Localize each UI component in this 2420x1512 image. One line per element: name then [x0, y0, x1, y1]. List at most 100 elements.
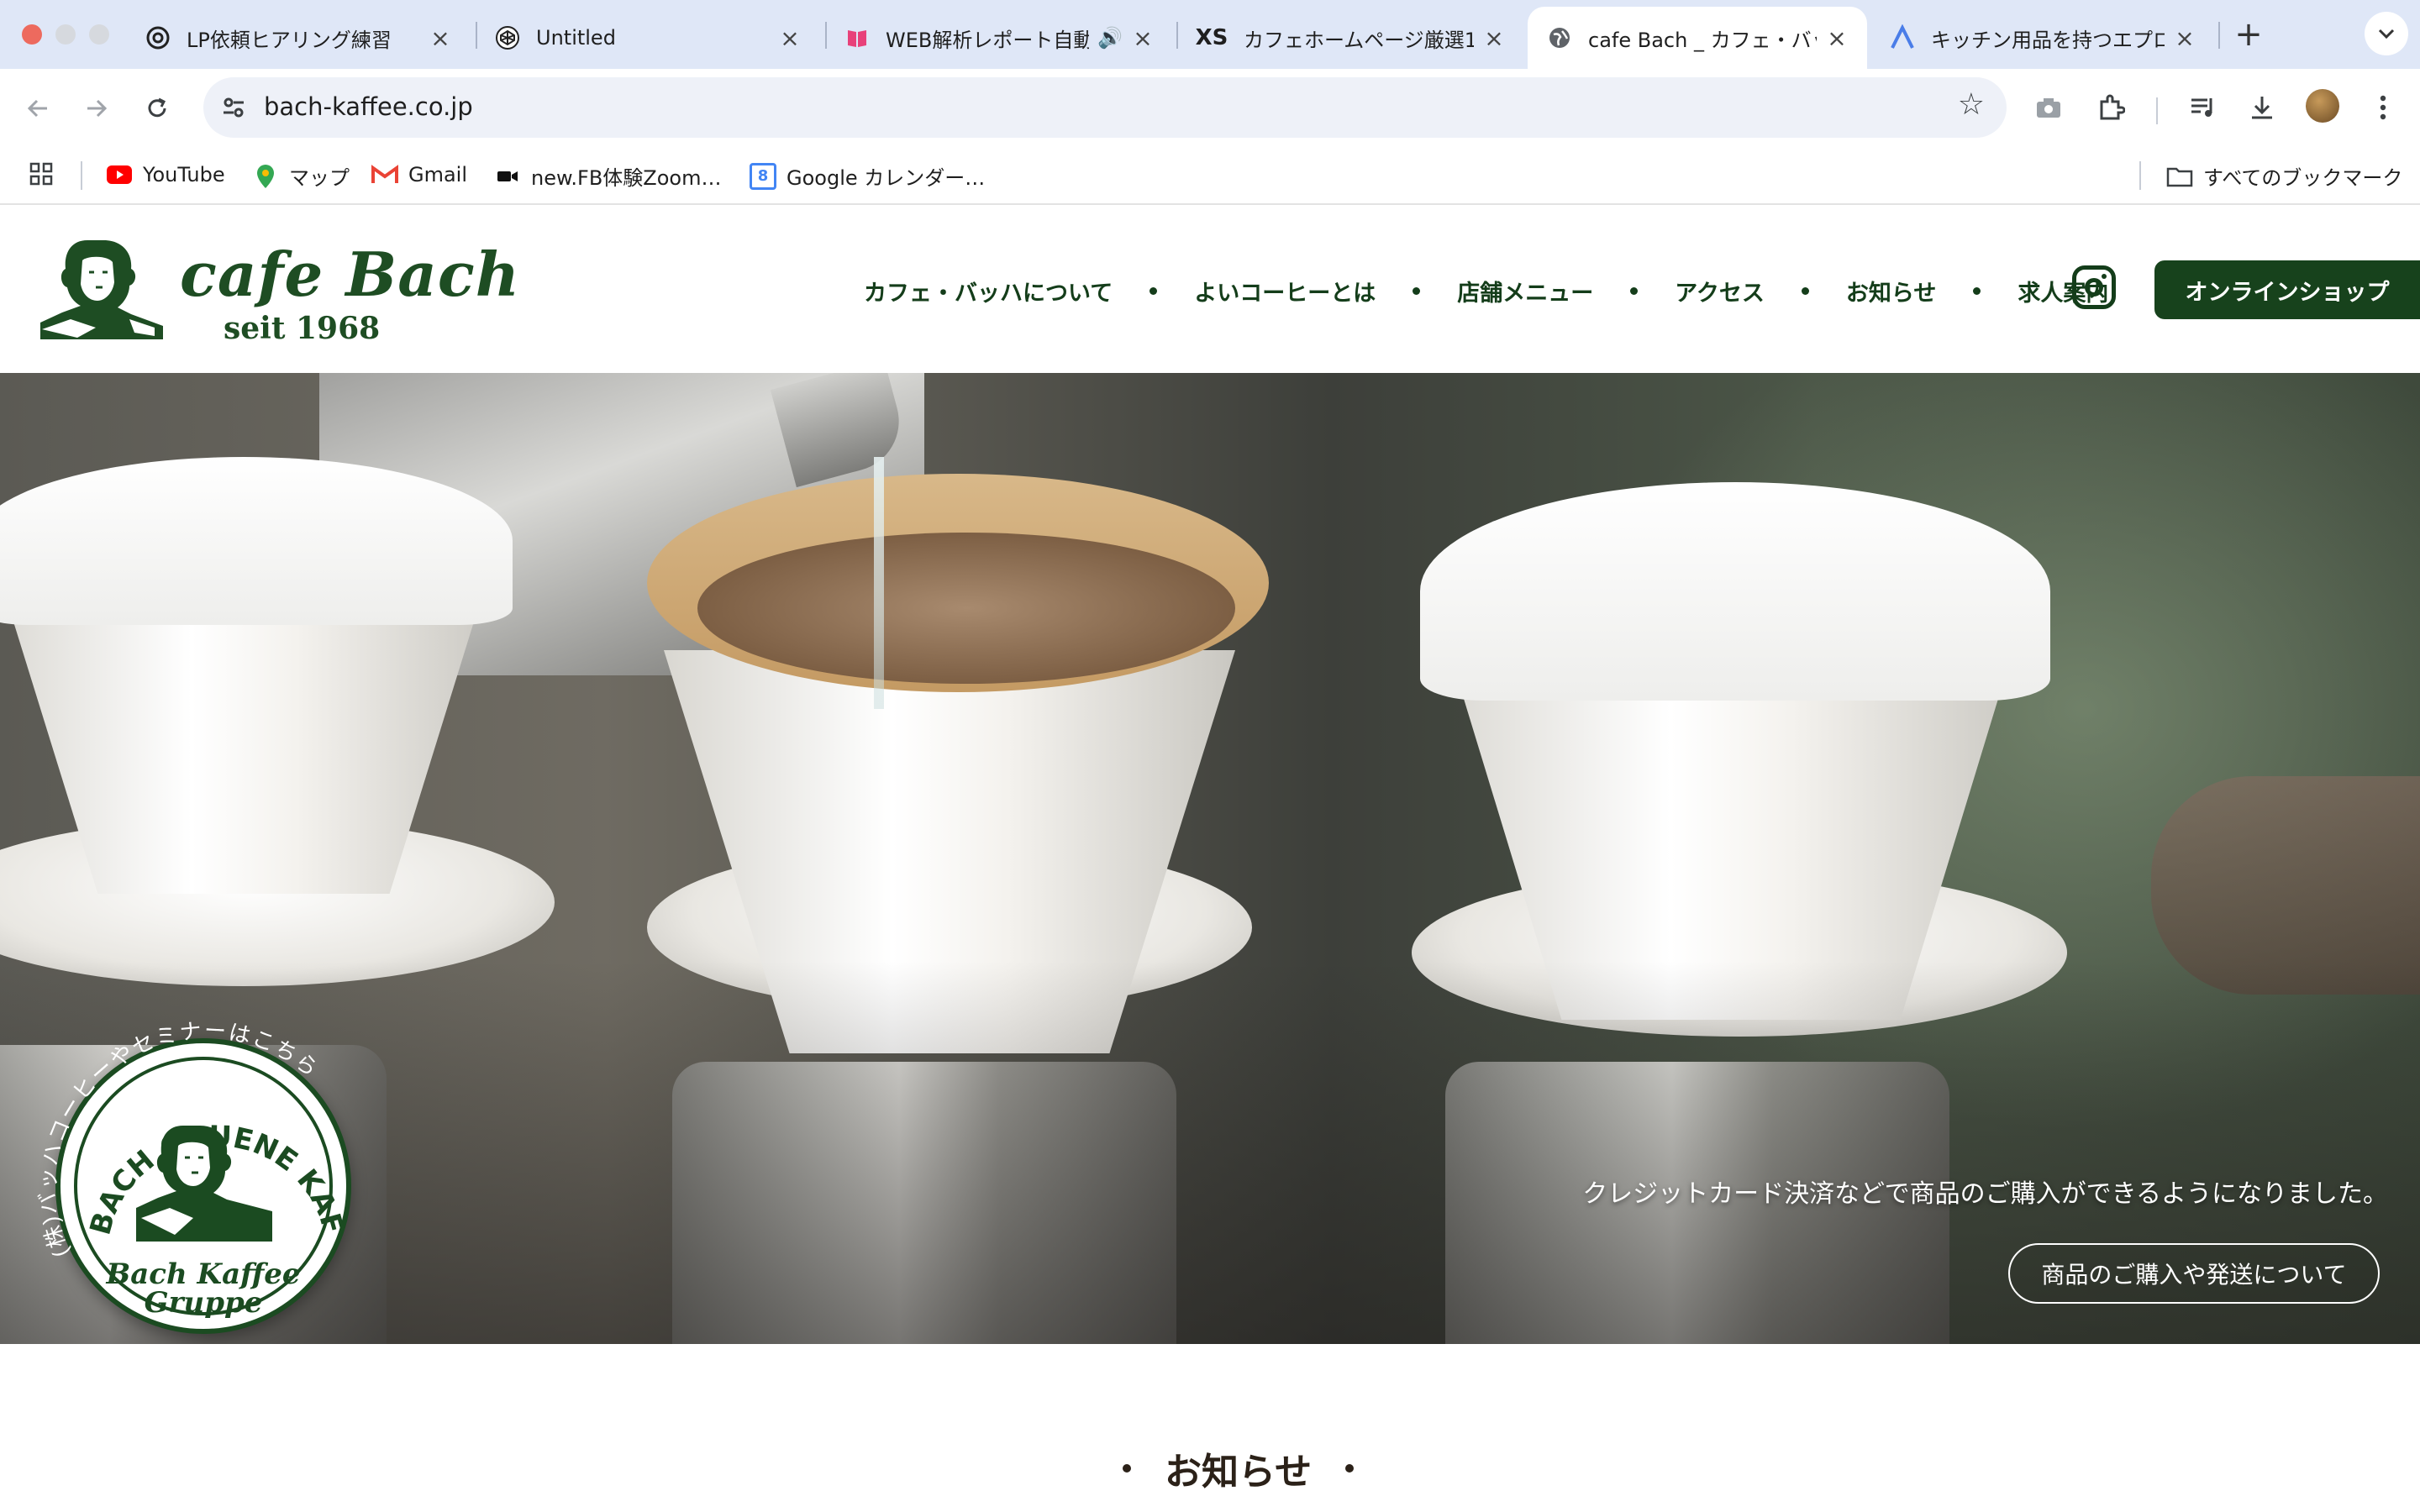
- bookmark-separator: [81, 161, 82, 190]
- nav-separator-dot: [1413, 286, 1421, 295]
- address-bar[interactable]: bach-kaffee.co.jp ☆: [203, 77, 2007, 138]
- close-window-button[interactable]: [22, 24, 42, 45]
- water-stream-shape: [874, 457, 884, 709]
- close-tab-icon[interactable]: ×: [1482, 24, 1506, 52]
- reload-button[interactable]: [136, 87, 178, 129]
- bach-kaffee-gruppe-badge[interactable]: (株)バッハコーヒーやセミナーはこちら BACH GRUENE KAFFEEBO…: [10, 984, 351, 1334]
- zoom-icon: [494, 163, 521, 190]
- badge-script-line2: Gruppe: [144, 1286, 263, 1320]
- coffee-grounds-shape: [697, 533, 1235, 684]
- bookmark-label: Google カレンダー…: [786, 166, 986, 190]
- tab-title: cafe Bach _ カフェ・バッ: [1588, 28, 1817, 52]
- nav-separator-dot: [1801, 286, 1809, 295]
- calendar-icon: 8: [750, 162, 776, 190]
- paper-filter-shape: [0, 457, 513, 625]
- more-menu-icon[interactable]: [2363, 87, 2403, 128]
- profile-avatar[interactable]: [2306, 89, 2339, 123]
- notices-section: お知らせ: [0, 1344, 2420, 1512]
- main-nav: カフェ・バッハについて よいコーヒーとは 店舗メニュー アクセス お知らせ 求人…: [864, 272, 2108, 309]
- tab-title: LP依頼ヒアリング練習: [187, 28, 392, 52]
- minimize-window-button[interactable]: [55, 24, 76, 45]
- bookmark-label: YouTube: [143, 163, 225, 186]
- gmail-icon: [371, 161, 398, 188]
- forward-button[interactable]: [76, 87, 118, 129]
- browser-tab[interactable]: LP依頼ヒアリング練習 ×: [126, 7, 471, 69]
- heading-dot: [1123, 1464, 1131, 1473]
- heading-dot: [1345, 1464, 1355, 1473]
- maps-icon: [252, 163, 279, 190]
- xs-icon: XS: [1195, 25, 1228, 50]
- purchase-info-button[interactable]: 商品のご購入や発送について: [2008, 1243, 2380, 1304]
- logo-wordmark: cafe Bach: [180, 239, 521, 310]
- bookmark-youtube[interactable]: YouTube: [106, 161, 225, 188]
- bookmark-maps[interactable]: マップ: [252, 161, 350, 191]
- bach-portrait-icon: [136, 1126, 272, 1242]
- globe-icon: [1546, 24, 1573, 51]
- cafe-bach-logo[interactable]: cafe Bach seit 1968: [37, 235, 519, 346]
- online-shop-button[interactable]: オンラインショップ: [2154, 260, 2420, 319]
- bookmark-label: マップ: [289, 166, 350, 190]
- bookmark-calendar[interactable]: 8 Google カレンダー…: [750, 161, 985, 191]
- bookmark-label: Gmail: [408, 163, 468, 186]
- chevron-down-icon: [2378, 29, 2395, 39]
- instagram-icon[interactable]: [2072, 265, 2116, 309]
- download-icon[interactable]: [2242, 87, 2282, 128]
- apps-grid-icon[interactable]: [29, 161, 54, 186]
- bach-portrait-icon: [40, 240, 163, 339]
- bookmark-separator: [2139, 161, 2141, 190]
- nav-separator-dot: [1973, 286, 1981, 295]
- arrow-left-icon: [27, 99, 47, 118]
- extensions-icon[interactable]: [2091, 87, 2131, 128]
- folder-icon: [2166, 163, 2193, 190]
- speaker-icon[interactable]: 🔊: [1097, 26, 1123, 50]
- site-settings-icon[interactable]: [217, 91, 250, 124]
- nav-item-menu[interactable]: 店舗メニュー: [1457, 275, 1593, 307]
- hero-caption: クレジットカード決済などで商品のご購入ができるようになりました。: [1582, 1180, 2388, 1208]
- browser-toolbar: bach-kaffee.co.jp ☆: [0, 69, 2420, 146]
- all-bookmarks-label: すべてのブックマーク: [2203, 166, 2403, 190]
- notices-title-text: お知らせ: [1165, 1452, 1313, 1493]
- bookmark-zoom[interactable]: new.FB体験Zoom…: [494, 161, 722, 191]
- close-tab-icon[interactable]: ×: [429, 24, 452, 52]
- nav-item-news[interactable]: お知らせ: [1846, 275, 1936, 307]
- bookmark-gmail[interactable]: Gmail: [371, 161, 467, 188]
- nav-separator-dot: [1150, 286, 1158, 295]
- bookmark-label: new.FB体験Zoom…: [531, 166, 722, 190]
- nav-separator-dot: [1630, 286, 1639, 295]
- back-button[interactable]: [17, 87, 59, 129]
- paper-filter-shape: [1420, 482, 2050, 701]
- badge-script-line1: Bach Kaffee: [106, 1257, 301, 1291]
- arrow-right-icon: [87, 99, 108, 118]
- logo-established: seit 1968: [224, 311, 381, 346]
- nav-item-access[interactable]: アクセス: [1675, 275, 1765, 307]
- a-logo-icon: [1889, 24, 1916, 51]
- media-controls-icon[interactable]: [2183, 87, 2223, 128]
- browser-tab[interactable]: WEB解析レポート自動 🔊 ×: [825, 7, 1173, 69]
- tab-search-button[interactable]: [2365, 12, 2408, 55]
- book-icon: [844, 24, 871, 51]
- bookmarks-bar: YouTube マップ Gmail new.FB体験Zoom… 8 Google…: [0, 146, 2420, 205]
- url-text[interactable]: bach-kaffee.co.jp: [264, 92, 473, 121]
- nav-item-about[interactable]: カフェ・バッハについて: [864, 275, 1113, 307]
- close-tab-icon[interactable]: ×: [1131, 24, 1155, 52]
- bookmark-star-icon[interactable]: ☆: [1958, 87, 1985, 122]
- close-tab-icon[interactable]: ×: [778, 24, 802, 52]
- new-tab-button[interactable]: +: [2230, 15, 2267, 54]
- browser-tab[interactable]: Untitled ×: [476, 7, 820, 69]
- tab-title: カフェホームページ厳選10: [1244, 28, 1474, 52]
- close-tab-icon[interactable]: ×: [2173, 24, 2196, 52]
- browser-tab-active[interactable]: cafe Bach _ カフェ・バッ ×: [1528, 7, 1867, 69]
- reload-icon: [148, 97, 166, 118]
- openai-icon: [145, 24, 171, 51]
- tab-title: キッチン用品を持つエプロ: [1931, 28, 2165, 52]
- all-bookmarks-button[interactable]: すべてのブックマーク: [2166, 161, 2402, 191]
- browser-tab[interactable]: XS カフェホームページ厳選10 ×: [1176, 7, 1524, 69]
- tab-title: Untitled: [536, 26, 616, 50]
- camera-icon[interactable]: [2028, 87, 2069, 128]
- close-tab-icon[interactable]: ×: [1825, 24, 1849, 52]
- tab-title: WEB解析レポート自動: [886, 28, 1090, 52]
- nav-item-good-coffee[interactable]: よいコーヒーとは: [1194, 275, 1376, 307]
- notices-heading: お知らせ: [1089, 1441, 1387, 1495]
- browser-tab[interactable]: キッチン用品を持つエプロ ×: [1870, 7, 2215, 69]
- zoom-window-button[interactable]: [89, 24, 109, 45]
